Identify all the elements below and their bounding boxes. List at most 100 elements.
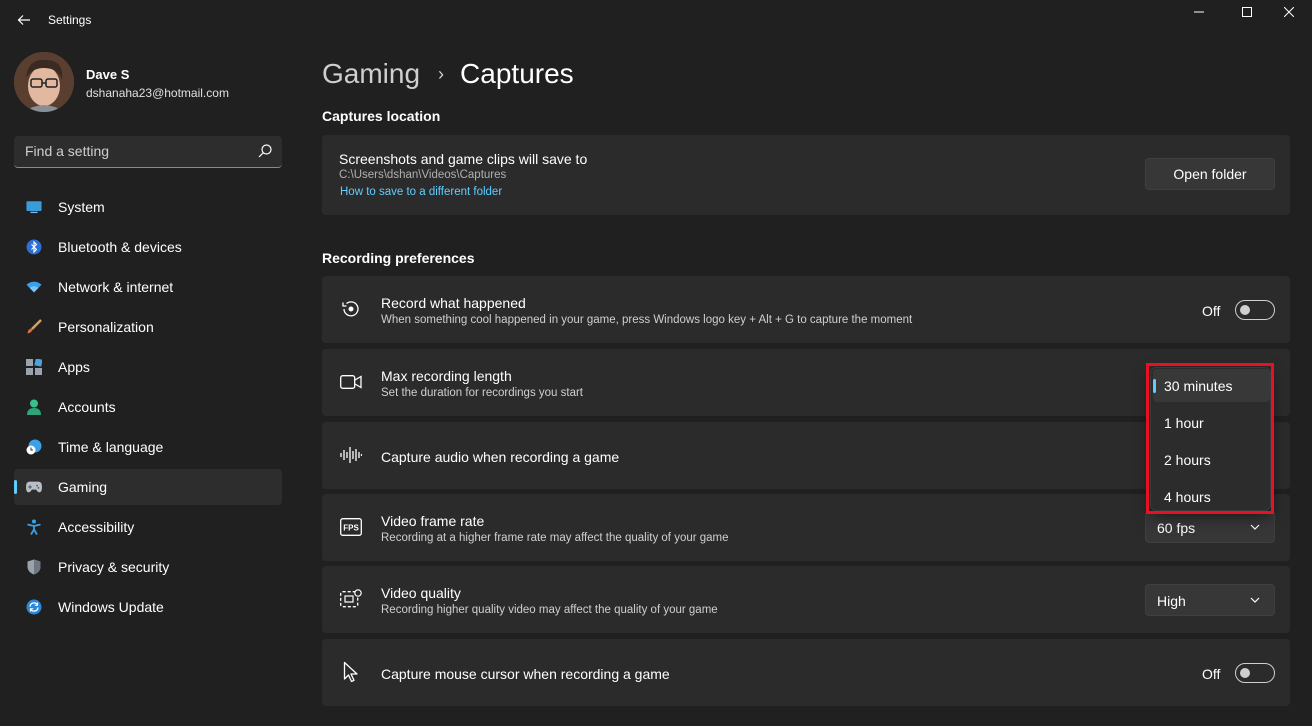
max-recording-length-card: Max recording length Set the duration fo… <box>322 349 1290 416</box>
video-quality-title: Video quality <box>381 585 461 601</box>
chevron-down-icon <box>1250 524 1260 530</box>
sidebar-item-personalization[interactable]: Personalization <box>14 309 282 345</box>
capture-mouse-toggle[interactable] <box>1235 663 1275 683</box>
sidebar-item-privacy[interactable]: Privacy & security <box>14 549 282 585</box>
avatar[interactable] <box>14 52 74 112</box>
maximize-icon <box>1242 7 1252 17</box>
capture-mouse-state: Off <box>1202 666 1221 682</box>
minimize-icon <box>1194 11 1204 13</box>
mouse-pointer-icon <box>340 661 362 683</box>
sidebar-item-apps[interactable]: Apps <box>14 349 282 385</box>
video-frame-rate-title: Video frame rate <box>381 513 485 529</box>
captures-location-card: Screenshots and game clips will save to … <box>322 135 1290 215</box>
apps-icon <box>26 359 42 375</box>
sidebar-item-label: Gaming <box>58 479 108 495</box>
video-quality-dropdown[interactable]: High <box>1145 584 1275 616</box>
bluetooth-icon <box>26 239 42 255</box>
breadcrumb: Gaming › Captures <box>322 54 574 94</box>
sidebar-item-label: System <box>58 199 105 215</box>
search-input[interactable] <box>14 136 244 166</box>
sidebar-item-label: Windows Update <box>58 599 164 615</box>
avatar-image <box>14 52 74 112</box>
sidebar-item-network[interactable]: Network & internet <box>14 269 282 305</box>
accounts-icon <box>26 399 42 415</box>
fps-icon: FPS <box>340 516 362 538</box>
menu-item-30-minutes[interactable]: 30 minutes <box>1153 369 1270 402</box>
video-frame-rate-desc: Recording at a higher frame rate may aff… <box>381 532 729 544</box>
accessibility-icon <box>26 519 42 535</box>
brush-icon <box>26 319 42 335</box>
video-camera-icon <box>340 371 362 393</box>
back-arrow-icon <box>17 15 30 25</box>
sidebar-item-accounts[interactable]: Accounts <box>14 389 282 425</box>
open-folder-button[interactable]: Open folder <box>1145 158 1275 190</box>
sidebar-item-gaming[interactable]: Gaming <box>14 469 282 505</box>
minimize-button[interactable] <box>1176 0 1222 24</box>
sidebar-nav: System Bluetooth & devices Network & int… <box>14 189 282 629</box>
video-quality-card: Video quality Recording higher quality v… <box>322 566 1290 633</box>
record-what-happened-toggle[interactable] <box>1235 300 1275 320</box>
video-frame-rate-value: 60 fps <box>1157 520 1196 536</box>
maximize-button[interactable] <box>1224 0 1270 24</box>
clock-globe-icon <box>26 439 42 455</box>
video-quality-value: High <box>1157 593 1186 609</box>
sidebar-item-time-language[interactable]: Time & language <box>14 429 282 465</box>
close-button[interactable] <box>1266 0 1312 24</box>
video-frame-rate-card: FPS Video frame rate Recording at a high… <box>322 494 1290 561</box>
sidebar-item-bluetooth[interactable]: Bluetooth & devices <box>14 229 282 265</box>
sidebar-item-label: Accessibility <box>58 519 135 535</box>
record-history-icon <box>340 298 362 320</box>
video-quality-icon <box>340 588 362 610</box>
record-what-happened-card: Record what happened When something cool… <box>322 276 1290 343</box>
title-bar: Settings <box>0 0 1312 40</box>
video-frame-rate-dropdown[interactable]: 60 fps <box>1145 511 1275 543</box>
sidebar-item-label: Privacy & security <box>58 559 170 575</box>
page-title: Captures <box>460 58 574 89</box>
breadcrumb-gaming[interactable]: Gaming <box>322 58 420 90</box>
chevron-down-icon <box>1250 597 1260 603</box>
max-recording-length-title: Max recording length <box>381 368 512 384</box>
gamepad-icon <box>26 479 42 495</box>
sidebar-item-label: Bluetooth & devices <box>58 239 182 255</box>
search-icon[interactable] <box>258 144 272 158</box>
search-box[interactable] <box>14 136 282 168</box>
section-title-recording-preferences: Recording preferences <box>322 250 475 266</box>
capture-audio-card: Capture audio when recording a game <box>322 422 1290 489</box>
captures-location-title: Screenshots and game clips will save to <box>339 151 588 167</box>
sidebar-item-label: Accounts <box>58 399 116 415</box>
record-what-happened-desc: When something cool happened in your gam… <box>381 314 913 326</box>
sidebar-item-label: Time & language <box>58 439 164 455</box>
max-recording-length-menu: 30 minutes 1 hour 2 hours 4 hours <box>1150 367 1271 511</box>
different-folder-link[interactable]: How to save to a different folder <box>340 186 502 198</box>
section-title-captures-location: Captures location <box>322 108 441 124</box>
record-what-happened-title: Record what happened <box>381 295 526 311</box>
main-content: Gaming › Captures Captures location Scre… <box>322 40 1290 726</box>
capture-audio-title: Capture audio when recording a game <box>381 449 620 465</box>
sidebar-item-label: Personalization <box>58 319 154 335</box>
max-recording-length-desc: Set the duration for recordings you star… <box>381 387 583 399</box>
record-what-happened-state: Off <box>1202 303 1221 319</box>
audio-waveform-icon <box>340 444 362 466</box>
sidebar-item-accessibility[interactable]: Accessibility <box>14 509 282 545</box>
menu-item-1-hour[interactable]: 1 hour <box>1153 406 1270 439</box>
capture-mouse-card: Capture mouse cursor when recording a ga… <box>322 639 1290 706</box>
close-icon <box>1284 7 1294 17</box>
capture-mouse-title: Capture mouse cursor when recording a ga… <box>381 666 670 682</box>
sidebar-item-windows-update[interactable]: Windows Update <box>14 589 282 625</box>
sidebar-item-label: Apps <box>58 359 90 375</box>
sidebar-item-system[interactable]: System <box>14 189 282 225</box>
menu-item-2-hours[interactable]: 2 hours <box>1153 443 1270 476</box>
shield-icon <box>26 559 42 575</box>
sidebar-item-label: Network & internet <box>58 279 174 295</box>
captures-path: C:\Users\dshan\Videos\Captures <box>339 169 507 181</box>
system-icon <box>26 199 42 215</box>
user-name: Dave S <box>86 67 130 82</box>
sidebar: Dave S dshanaha23@hotmail.com System Blu… <box>0 40 296 726</box>
user-email: dshanaha23@hotmail.com <box>86 86 229 100</box>
wifi-icon <box>26 279 42 295</box>
svg-text:FPS: FPS <box>343 523 359 532</box>
video-quality-desc: Recording higher quality video may affec… <box>381 604 718 616</box>
menu-item-4-hours[interactable]: 4 hours <box>1153 480 1270 513</box>
breadcrumb-separator: › <box>438 63 445 84</box>
back-button[interactable] <box>12 8 36 32</box>
